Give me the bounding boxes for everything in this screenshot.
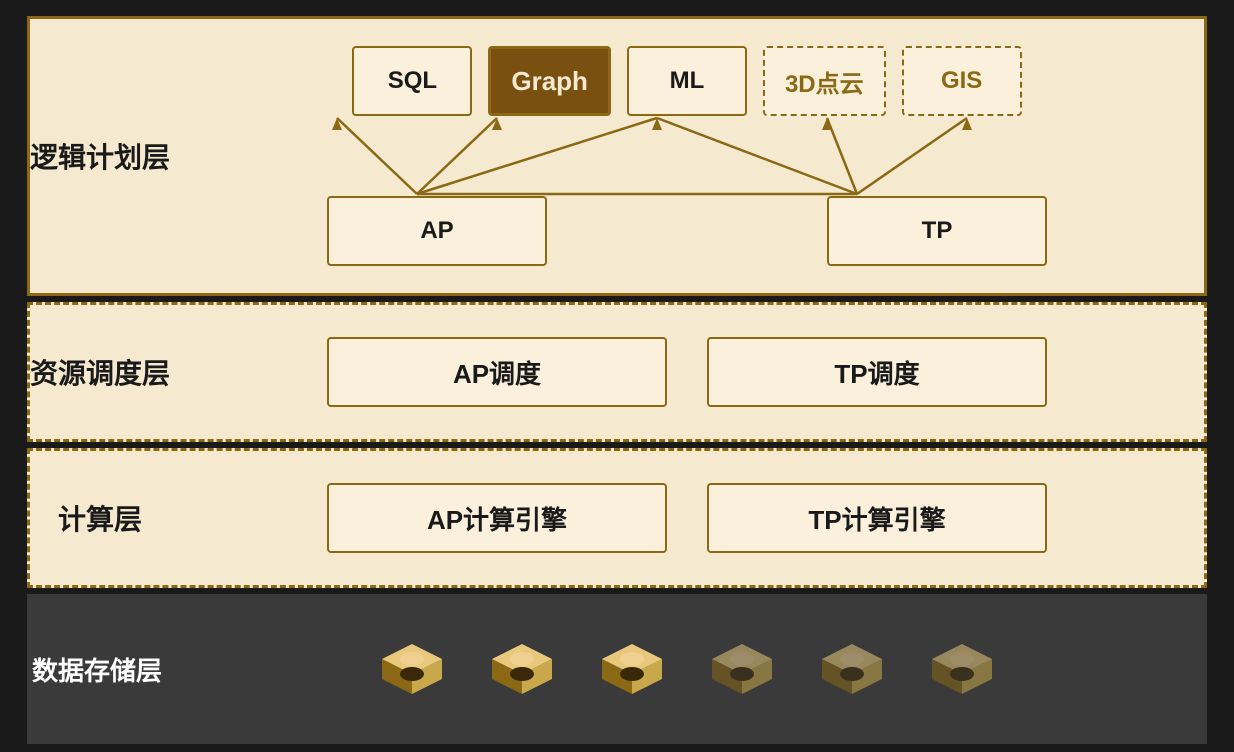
resource-layer-content: AP调度 TP调度: [170, 321, 1204, 423]
storage-layer-label: 数据存储层: [27, 651, 167, 688]
resource-layer: 资源调度层 AP调度 TP调度: [27, 302, 1207, 442]
storage-layer-content: [167, 613, 1207, 725]
storage-icons: [372, 629, 1002, 709]
top-boxes: SQL Graph ML 3D点云 GIS: [352, 46, 1021, 116]
db-icon-1: [372, 629, 452, 709]
db-icon-6: [922, 629, 1002, 709]
connection-arrows: [237, 116, 1137, 196]
ap-box: AP: [327, 196, 547, 266]
compute-row: AP计算引擎 TP计算引擎: [186, 483, 1188, 553]
ap-engine-box: AP计算引擎: [327, 483, 667, 553]
compute-layer-content: AP计算引擎 TP计算引擎: [170, 467, 1204, 569]
graph-box: Graph: [488, 46, 611, 116]
compute-layer-label: 计算层: [30, 498, 170, 538]
gis-box: GIS: [902, 46, 1022, 116]
db-icon-4: [702, 629, 782, 709]
resource-row: AP调度 TP调度: [186, 337, 1188, 407]
logic-layer-content: SQL Graph ML 3D点云 GIS: [170, 30, 1204, 282]
db-icon-3: [592, 629, 672, 709]
tp-box: TP: [827, 196, 1047, 266]
3d-box: 3D点云: [763, 46, 886, 116]
architecture-diagram: 逻辑计划层 SQL Graph ML 3D点云: [27, 16, 1207, 736]
ap-schedule-box: AP调度: [327, 337, 667, 407]
resource-layer-label: 资源调度层: [30, 352, 170, 392]
db-icon-5: [812, 629, 892, 709]
logic-layer: 逻辑计划层 SQL Graph ML 3D点云: [27, 16, 1207, 296]
storage-layer: 数据存储层: [27, 594, 1207, 744]
ml-box: ML: [627, 46, 747, 116]
logic-layer-label: 逻辑计划层: [30, 136, 170, 176]
tp-engine-box: TP计算引擎: [707, 483, 1047, 553]
logic-inner: SQL Graph ML 3D点云 GIS: [186, 46, 1188, 266]
bottom-boxes: AP TP: [327, 196, 1047, 266]
compute-layer: 计算层 AP计算引擎 TP计算引擎: [27, 448, 1207, 588]
tp-schedule-box: TP调度: [707, 337, 1047, 407]
sql-box: SQL: [352, 46, 472, 116]
db-icon-2: [482, 629, 562, 709]
